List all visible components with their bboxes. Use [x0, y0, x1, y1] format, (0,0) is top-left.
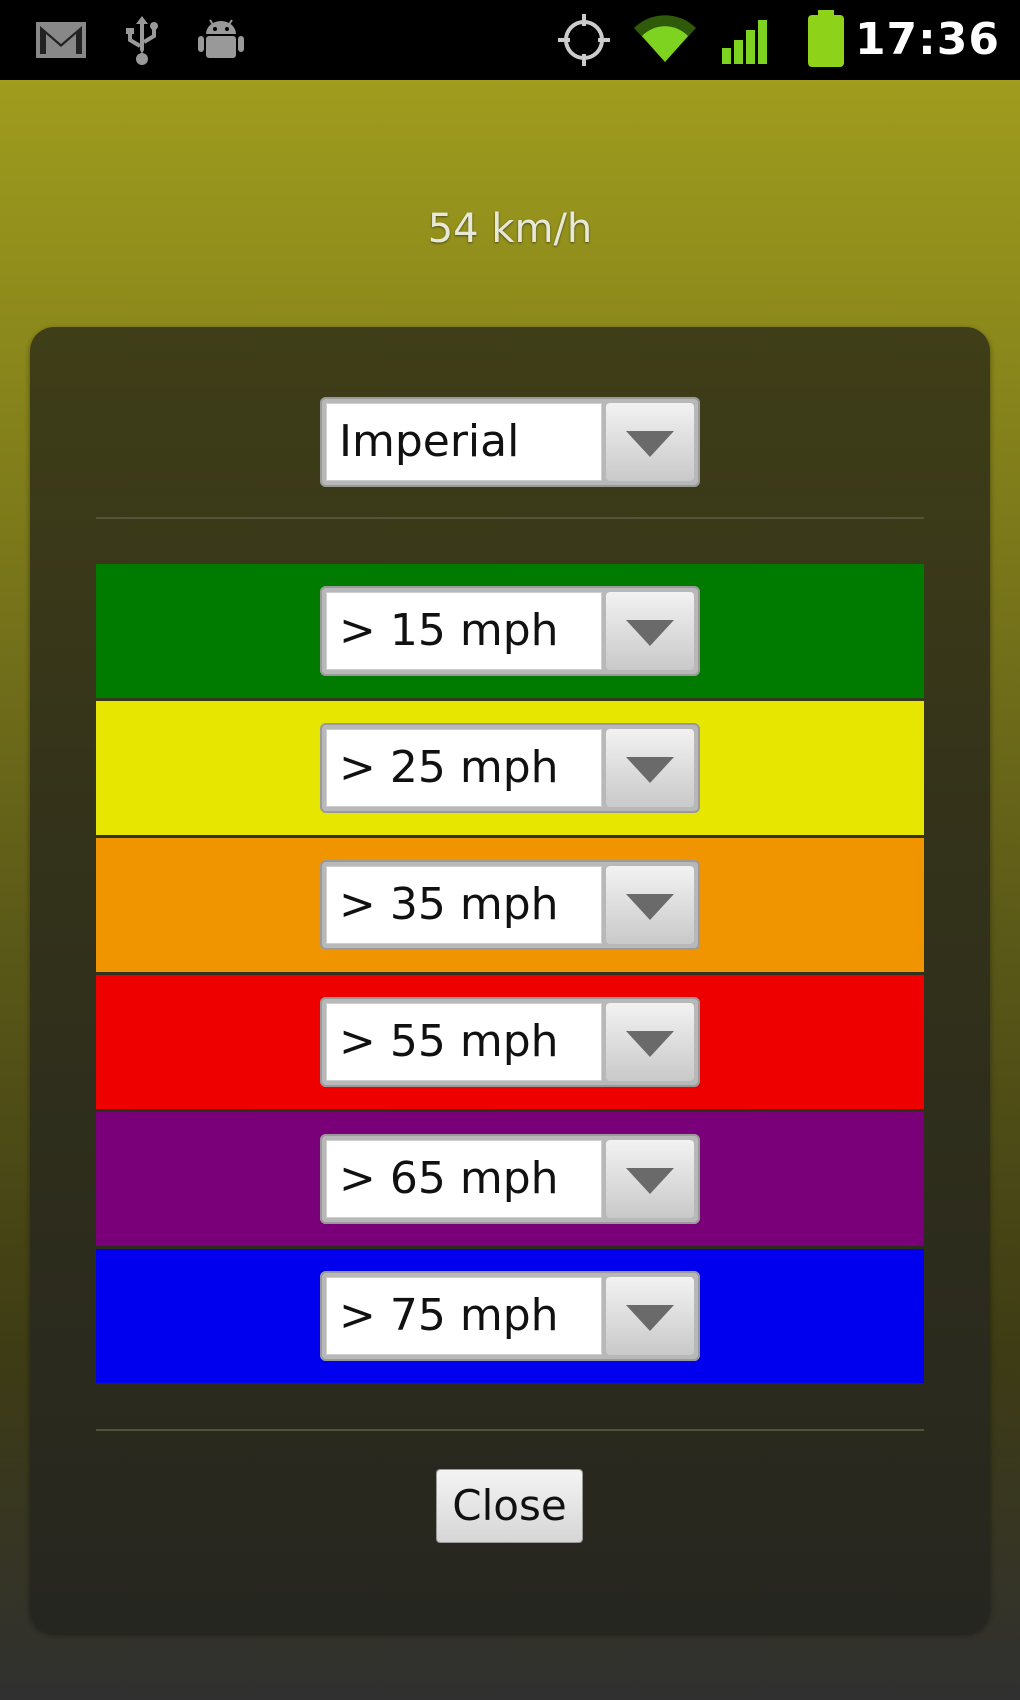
chevron-down-icon: [626, 757, 674, 783]
threshold-spinner-value: > 55 mph: [339, 1016, 559, 1067]
threshold-spinner[interactable]: > 55 mph: [320, 997, 700, 1087]
threshold-spinner-dropdown-button[interactable]: [606, 1277, 694, 1355]
threshold-spinner[interactable]: > 35 mph: [320, 860, 700, 950]
threshold-spinner-field: > 35 mph: [326, 866, 602, 944]
threshold-spinner-field: > 55 mph: [326, 1003, 602, 1081]
threshold-spinner-field: > 25 mph: [326, 729, 602, 807]
chevron-down-icon: [626, 1305, 674, 1331]
gmail-icon: [36, 22, 86, 58]
chevron-down-icon: [626, 620, 674, 646]
gps-icon: [558, 14, 610, 66]
threshold-spinner-value: > 25 mph: [339, 742, 559, 793]
threshold-spinner-dropdown-button[interactable]: [606, 1003, 694, 1081]
threshold-spinner-dropdown-button[interactable]: [606, 1140, 694, 1218]
threshold-spinner[interactable]: > 15 mph: [320, 586, 700, 676]
usb-icon: [126, 16, 158, 65]
units-spinner-field: Imperial: [326, 403, 602, 481]
chevron-down-icon: [626, 1031, 674, 1057]
divider-top: [96, 517, 924, 519]
threshold-spinner-value: > 75 mph: [339, 1290, 559, 1341]
threshold-spinner-dropdown-button[interactable]: [606, 729, 694, 807]
status-bar: 17:36: [0, 0, 1020, 80]
threshold-spinner-dropdown-button[interactable]: [606, 592, 694, 670]
chevron-down-icon: [626, 894, 674, 920]
android-debug-icon: [198, 19, 244, 58]
chevron-down-icon: [626, 431, 674, 457]
threshold-spinner-value: > 35 mph: [339, 879, 559, 930]
threshold-spinner-value: > 65 mph: [339, 1153, 559, 1204]
units-spinner[interactable]: Imperial: [320, 397, 700, 487]
close-button[interactable]: Close: [437, 1470, 582, 1542]
threshold-spinner-value: > 15 mph: [339, 605, 559, 656]
chevron-down-icon: [626, 1168, 674, 1194]
threshold-spinner-field: > 15 mph: [326, 592, 602, 670]
divider-bottom: [96, 1429, 924, 1431]
clock: 17:36: [854, 14, 1000, 65]
threshold-spinner-field: > 65 mph: [326, 1140, 602, 1218]
threshold-spinner-dropdown-button[interactable]: [606, 866, 694, 944]
threshold-spinner[interactable]: > 75 mph: [320, 1271, 700, 1361]
battery-icon: [808, 10, 844, 67]
signal-icon: [722, 20, 767, 64]
units-spinner-dropdown-button[interactable]: [606, 403, 694, 481]
threshold-spinner[interactable]: > 25 mph: [320, 723, 700, 813]
threshold-spinner[interactable]: > 65 mph: [320, 1134, 700, 1224]
current-speed: 54 km/h: [427, 206, 593, 252]
units-spinner-value: Imperial: [339, 416, 520, 467]
wifi-icon: [634, 15, 696, 62]
threshold-spinner-field: > 75 mph: [326, 1277, 602, 1355]
